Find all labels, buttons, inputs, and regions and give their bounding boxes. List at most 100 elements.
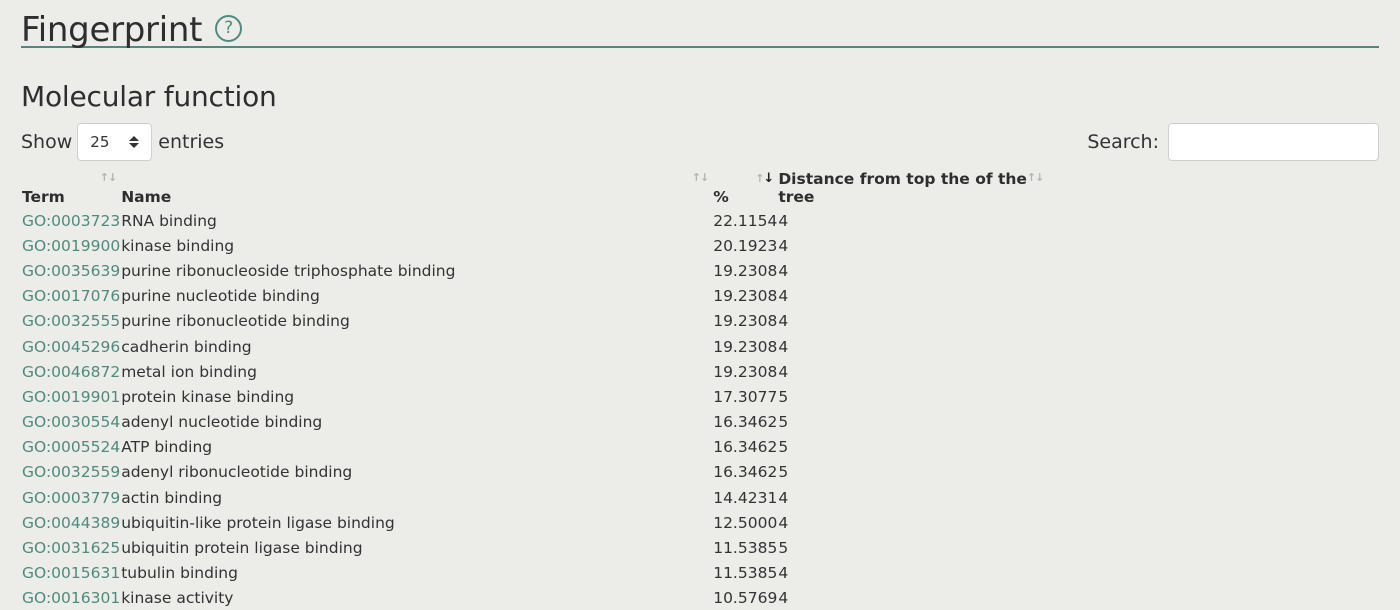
distance-value: 4 (778, 236, 789, 255)
page-title: Fingerprint (21, 10, 203, 50)
column-header-percent[interactable]: % ↑↓ (712, 170, 777, 208)
distance-value: 4 (778, 564, 789, 583)
term-name: actin binding (121, 488, 223, 507)
term-link[interactable]: GO:0035639 (22, 262, 120, 280)
table-row: GO:0031625 ubiquitin protein ligase bindi… (21, 535, 1047, 560)
page-header: Fingerprint ? (21, 8, 1379, 50)
term-link[interactable]: GO:0003723 (22, 212, 120, 230)
entries-per-page-select[interactable]: 25 (77, 123, 153, 161)
percent-value: 19.2308 (713, 312, 778, 331)
distance-value: 4 (778, 211, 789, 230)
column-header-term[interactable]: Term ↑↓ (21, 170, 120, 208)
percent-value: 16.3462 (713, 438, 778, 457)
term-name: ubiquitin protein ligase binding (121, 539, 363, 558)
sort-icon: ↑↓ (1026, 171, 1044, 184)
term-name: metal ion binding (121, 362, 257, 381)
term-name: cadherin binding (121, 337, 252, 356)
search-input[interactable] (1168, 123, 1379, 161)
sort-icon: ↑↓ (691, 171, 709, 184)
show-label: Show (21, 131, 73, 153)
term-name: RNA binding (121, 211, 217, 230)
percent-value: 14.4231 (713, 488, 778, 507)
table-row: GO:0003779 actin binding 14.4231 4 (21, 485, 1047, 510)
table-row: GO:0016301 kinase activity 10.5769 4 (21, 586, 1047, 610)
term-link[interactable]: GO:0016301 (22, 589, 120, 607)
distance-value: 4 (778, 589, 789, 608)
term-name: tubulin binding (121, 564, 238, 583)
distance-value: 5 (778, 539, 789, 558)
question-circle-icon[interactable]: ? (215, 15, 243, 42)
term-link[interactable]: GO:0045296 (22, 338, 120, 356)
percent-value: 19.2308 (713, 261, 778, 280)
distance-value: 4 (778, 337, 789, 356)
term-link-cell: GO:0045296 (21, 334, 120, 359)
table-row: GO:0035639 purine ribonucleoside triphosp… (21, 258, 1047, 283)
percent-value: 19.2308 (713, 337, 778, 356)
term-link-cell: GO:0030554 (21, 410, 120, 435)
term-link-cell: GO:0003723 (21, 208, 120, 233)
table-row: GO:0032555 purine ribonucleotide binding 1… (21, 309, 1047, 334)
term-link[interactable]: GO:0046872 (22, 363, 120, 381)
percent-value: 17.3077 (713, 387, 778, 406)
distance-value: 4 (778, 488, 789, 507)
term-name: protein kinase binding (121, 387, 295, 406)
percent-value: 19.2308 (713, 287, 778, 306)
term-link[interactable]: GO:0015631 (22, 564, 120, 582)
percent-value: 16.3462 (713, 463, 778, 482)
table-row: GO:0032559 adenyl ribonucleotide binding 1… (21, 460, 1047, 485)
term-link[interactable]: GO:0019900 (22, 237, 120, 255)
term-name: purine ribonucleoside triphosphate bindi… (121, 261, 456, 280)
term-link[interactable]: GO:0003779 (22, 489, 120, 507)
term-link[interactable]: GO:0031625 (22, 539, 120, 557)
term-name: adenyl ribonucleotide binding (121, 463, 353, 482)
percent-value: 22.1154 (713, 211, 778, 230)
term-link[interactable]: GO:0044389 (22, 514, 120, 532)
distance-value: 4 (778, 513, 789, 532)
percent-value: 11.5385 (713, 564, 778, 583)
term-link-cell: GO:0044389 (21, 510, 120, 535)
section-title: Molecular function (21, 80, 277, 113)
percent-value: 11.5385 (713, 539, 778, 558)
column-header-name[interactable]: Name ↑↓ (120, 170, 712, 208)
term-link-cell: GO:0019900 (21, 233, 120, 258)
term-link[interactable]: GO:0030554 (22, 413, 120, 431)
term-link[interactable]: GO:0032555 (22, 312, 120, 330)
term-link[interactable]: GO:0017076 (22, 287, 120, 305)
distance-value: 4 (778, 261, 789, 280)
distance-value: 5 (778, 463, 789, 482)
term-link-cell: GO:0016301 (21, 586, 120, 610)
table-row: GO:0017076 purine nucleotide binding 19.23… (21, 284, 1047, 309)
term-link-cell: GO:0015631 (21, 561, 120, 586)
distance-value: 4 (778, 312, 789, 331)
term-link-cell: GO:0046872 (21, 359, 120, 384)
table-row: GO:0046872 metal ion binding 19.2308 4 (21, 359, 1047, 384)
search-control: Search: (1087, 123, 1379, 161)
term-name: kinase binding (121, 236, 235, 255)
term-name: adenyl nucleotide binding (121, 413, 323, 432)
percent-value: 16.3462 (713, 413, 778, 432)
term-name: ubiquitin-like protein ligase binding (121, 513, 395, 532)
column-header-distance[interactable]: Distance from top the of the tree ↑↓ (777, 170, 1047, 208)
distance-value: 5 (778, 413, 789, 432)
distance-value: 5 (778, 387, 789, 406)
search-label: Search: (1087, 131, 1159, 153)
table-row: GO:0019901 protein kinase binding 17.3077 5 (21, 384, 1047, 409)
term-link[interactable]: GO:0032559 (22, 463, 120, 481)
distance-value: 4 (778, 287, 789, 306)
term-link-cell: GO:0003779 (21, 485, 120, 510)
percent-value: 20.1923 (713, 236, 778, 255)
table-body: GO:0003723 RNA binding 22.1154 4 GO:0019900 k… (21, 208, 1047, 610)
term-name: kinase activity (121, 589, 234, 608)
term-link-cell: GO:0005524 (21, 435, 120, 460)
table-row: GO:0030554 adenyl nucleotide binding 16.34… (21, 410, 1047, 435)
table-header-row: Term ↑↓ Name ↑↓ % ↑↓ Distance from top t… (21, 170, 1047, 208)
term-link-cell: GO:0032559 (21, 460, 120, 485)
term-link[interactable]: GO:0019901 (22, 388, 120, 406)
table-row: GO:0005524 ATP binding 16.3462 5 (21, 435, 1047, 460)
table-row: GO:0019900 kinase binding 20.1923 4 (21, 233, 1047, 258)
entries-label: entries (158, 131, 225, 153)
table-row: GO:0003723 RNA binding 22.1154 4 (21, 208, 1047, 233)
term-link[interactable]: GO:0005524 (22, 438, 120, 456)
sort-icon: ↑↓ (99, 171, 117, 184)
term-link-cell: GO:0035639 (21, 258, 120, 283)
